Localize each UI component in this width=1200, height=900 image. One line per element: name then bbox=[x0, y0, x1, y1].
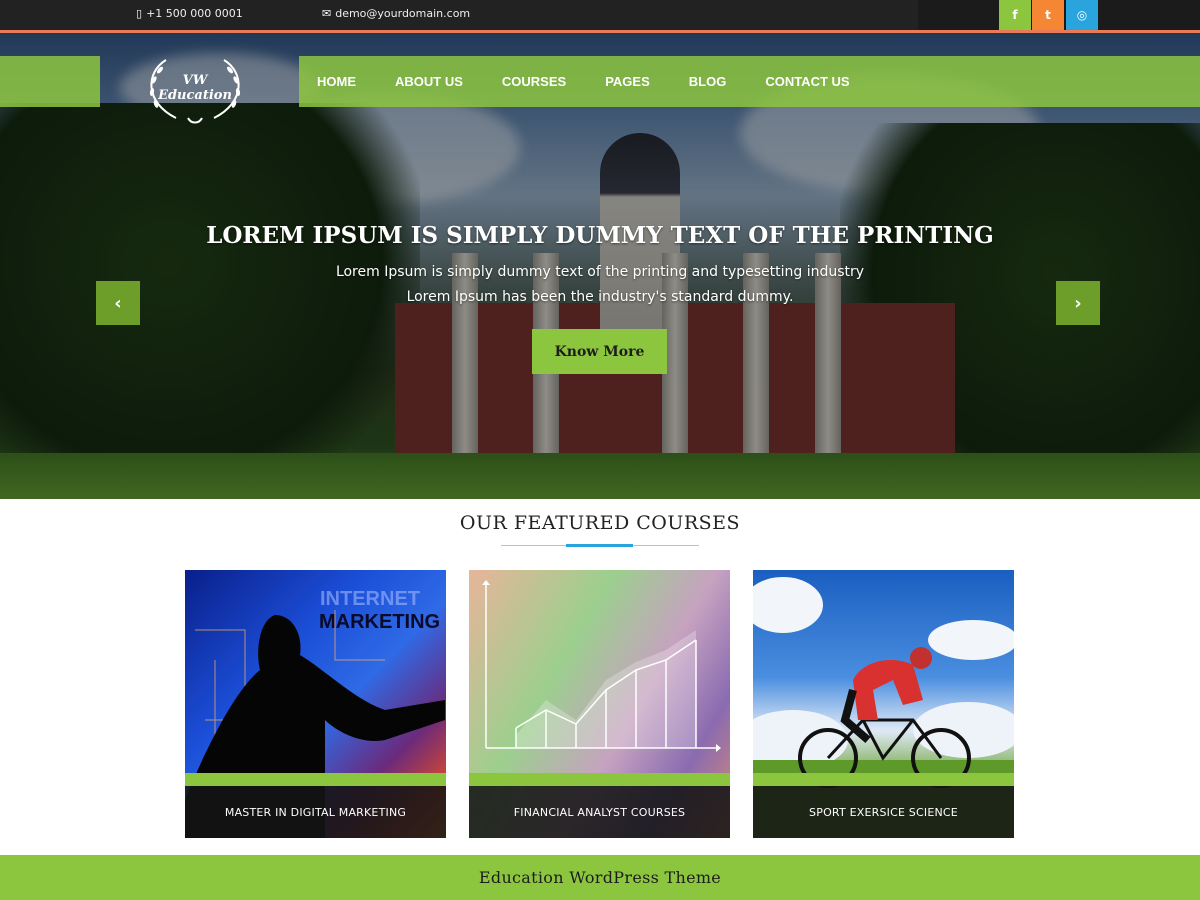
slide-title: LOREM IPSUM IS SIMPLY DUMMY TEXT OF THE … bbox=[206, 222, 994, 249]
chevron-left-icon: ‹ bbox=[114, 292, 122, 314]
footer-credit[interactable]: Education WordPress Theme bbox=[479, 868, 721, 887]
phone-contact: ▯ +1 500 000 0001 bbox=[136, 7, 243, 20]
course-card-financial-analyst[interactable]: FINANCIAL ANALYST COURSES bbox=[469, 570, 730, 838]
internet-word: INTERNET bbox=[320, 588, 420, 610]
instagram-icon: ◎ bbox=[1076, 8, 1088, 22]
card-accent-bar bbox=[753, 773, 1014, 786]
course-title[interactable]: FINANCIAL ANALYST COURSES bbox=[514, 806, 685, 819]
slider-prev-button[interactable]: ‹ bbox=[96, 281, 140, 325]
twitter-icon: t bbox=[1045, 8, 1051, 22]
card-accent-bar bbox=[185, 773, 446, 786]
nav-item-pages[interactable]: PAGES bbox=[605, 74, 650, 89]
twitter-button[interactable]: t bbox=[1032, 0, 1064, 30]
slider-next-button[interactable]: › bbox=[1056, 281, 1100, 325]
card-accent-bar bbox=[469, 773, 730, 786]
instagram-button[interactable]: ◎ bbox=[1066, 0, 1098, 30]
email-contact[interactable]: ✉ demo@yourdomain.com bbox=[322, 7, 470, 20]
nav-item-contact-us[interactable]: CONTACT US bbox=[765, 74, 849, 89]
logo-monogram: VW bbox=[182, 73, 208, 88]
main-nav: HOME ABOUT US COURSES PAGES BLOG CONTACT… bbox=[299, 56, 1200, 107]
phone-icon: ▯ bbox=[136, 7, 143, 20]
facebook-button[interactable]: f bbox=[999, 0, 1031, 30]
nav-item-home[interactable]: HOME bbox=[317, 74, 356, 89]
nav-item-blog[interactable]: BLOG bbox=[689, 74, 727, 89]
envelope-icon: ✉ bbox=[322, 7, 332, 20]
nav-item-about-us[interactable]: ABOUT US bbox=[395, 74, 463, 89]
footer: Education WordPress Theme bbox=[0, 855, 1200, 900]
course-card-sport-science[interactable]: SPORT EXERSICE SCIENCE bbox=[753, 570, 1014, 838]
site-logo[interactable]: VW Education bbox=[136, 52, 254, 130]
chevron-right-icon: › bbox=[1074, 292, 1082, 314]
nav-left-strip bbox=[0, 56, 100, 107]
email-address[interactable]: demo@yourdomain.com bbox=[335, 7, 470, 20]
title-underline-accent bbox=[566, 544, 633, 547]
course-card-digital-marketing[interactable]: INTERNET MARKETING MASTER IN DIGITAL MAR… bbox=[185, 570, 446, 838]
featured-courses-title: OUR FEATURED COURSES bbox=[459, 512, 741, 534]
card-label-panel: FINANCIAL ANALYST COURSES bbox=[469, 786, 730, 838]
course-title[interactable]: SPORT EXERSICE SCIENCE bbox=[809, 806, 958, 819]
marketing-word: MARKETING bbox=[319, 611, 440, 633]
phone-number: +1 500 000 0001 bbox=[146, 7, 243, 20]
facebook-icon: f bbox=[1012, 8, 1018, 22]
nav-item-courses[interactable]: COURSES bbox=[502, 74, 566, 89]
card-label-panel: SPORT EXERSICE SCIENCE bbox=[753, 786, 1014, 838]
card-label-panel: MASTER IN DIGITAL MARKETING bbox=[185, 786, 446, 838]
course-title[interactable]: MASTER IN DIGITAL MARKETING bbox=[225, 806, 406, 819]
logo-wordmark: Education bbox=[158, 88, 232, 103]
know-more-button[interactable]: Know More bbox=[532, 329, 667, 374]
slide-description: Lorem Ipsum is simply dummy text of the … bbox=[335, 264, 865, 305]
